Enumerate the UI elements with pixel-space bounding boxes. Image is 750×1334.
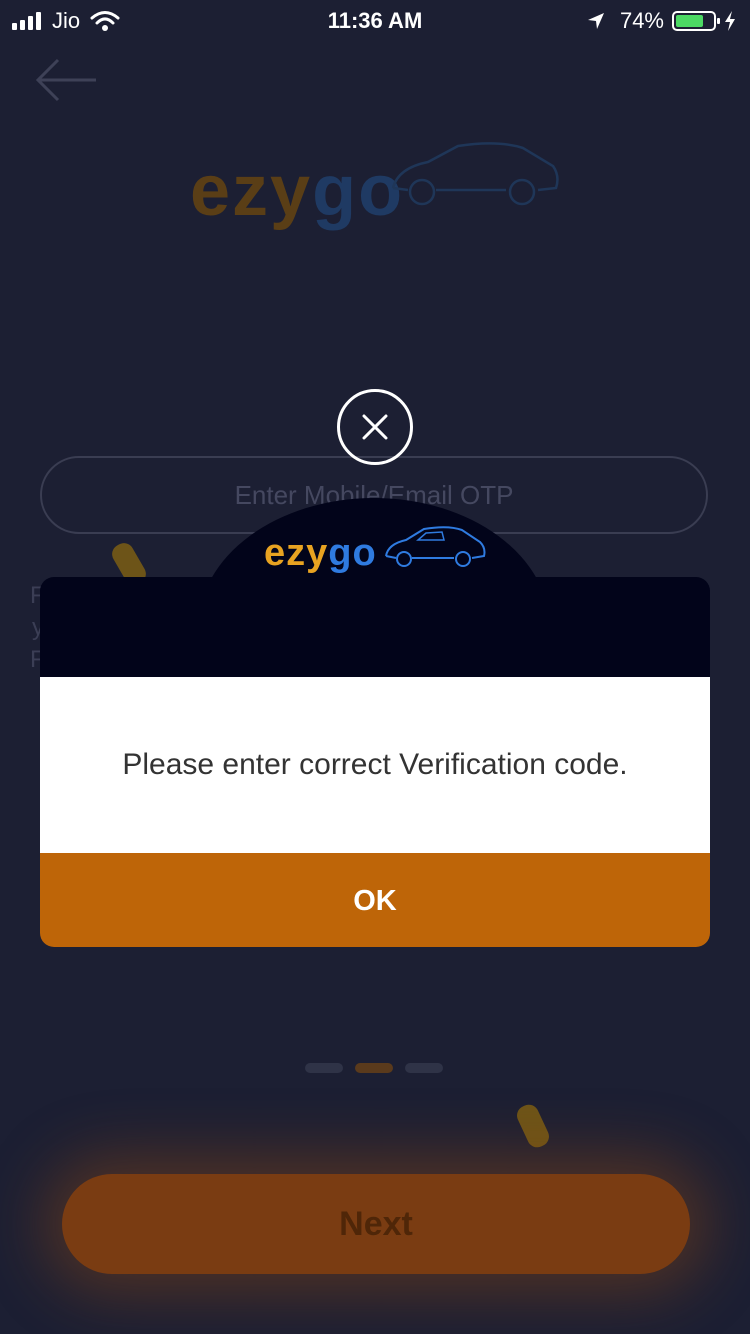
background-taxi-icon [513, 1101, 553, 1151]
page-dot-active [355, 1063, 393, 1073]
battery-percent: 74% [619, 8, 664, 33]
background-logo: ezygo [190, 150, 404, 232]
battery-icon [672, 11, 720, 31]
close-icon [362, 414, 388, 440]
background-logo-ezy: ezy [190, 151, 313, 231]
dialog-logo-go: go [328, 532, 377, 574]
dialog-logo-ezy: ezy [264, 532, 329, 574]
next-button[interactable]: Next [62, 1174, 690, 1274]
page-dot [405, 1063, 443, 1073]
dialog-header [40, 577, 710, 677]
close-button[interactable] [337, 389, 413, 465]
screen: Jio 11:36 AM 74% ezygo Enter Mobile/Emai… [0, 0, 750, 1334]
battery-level [676, 15, 703, 27]
status-right: 74% [586, 8, 736, 34]
ok-button[interactable]: OK [40, 853, 710, 947]
charging-bolt-icon [725, 11, 735, 31]
page-indicator [305, 1063, 455, 1073]
back-arrow-icon[interactable] [34, 58, 98, 102]
dialog-body: Please enter correct Verification code. [40, 677, 710, 853]
location-arrow-icon [587, 13, 604, 29]
status-bar: Jio 11:36 AM 74% [0, 0, 750, 40]
background-car-icon [391, 142, 559, 206]
page-dot [305, 1063, 343, 1073]
dialog-message: Please enter correct Verification code. [122, 748, 628, 781]
dialog-car-icon [385, 526, 486, 567]
dialog-logo: ezygo [264, 532, 377, 575]
